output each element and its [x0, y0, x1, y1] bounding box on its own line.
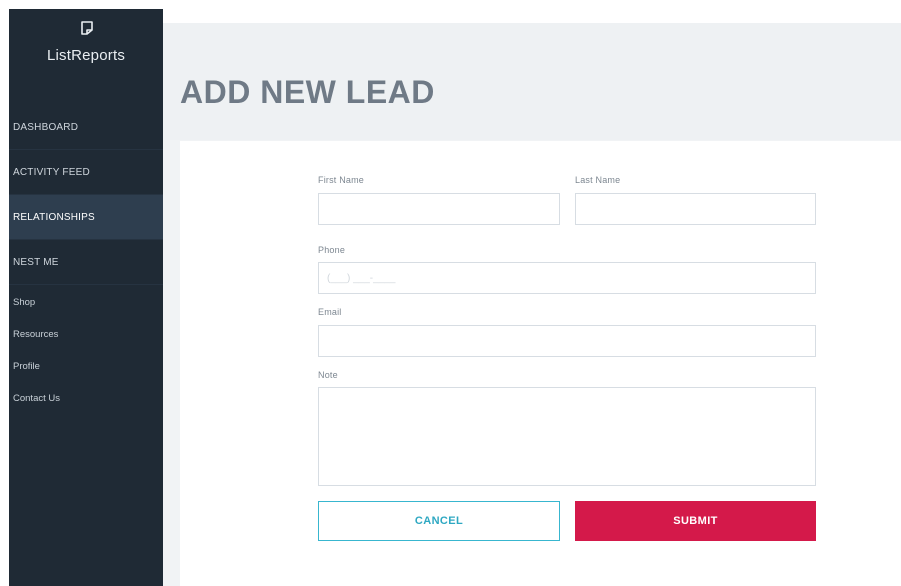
- listreports-logo-icon: [81, 21, 93, 35]
- sidebar-item-dashboard[interactable]: DASHBOARD: [9, 105, 163, 150]
- email-field[interactable]: [318, 325, 816, 357]
- last-name-field[interactable]: [575, 193, 816, 225]
- last-name-label: Last Name: [575, 175, 621, 185]
- brand-name: ListReports: [46, 47, 126, 64]
- submit-button[interactable]: SUBMIT: [575, 501, 816, 541]
- page-header: ADD NEW LEAD: [163, 23, 901, 140]
- sidebar-main-nav: DASHBOARD ACTIVITY FEED RELATIONSHIPS NE…: [9, 105, 163, 285]
- first-name-field[interactable]: [318, 193, 560, 225]
- sidebar: ListReports DASHBOARD ACTIVITY FEED RELA…: [9, 9, 163, 586]
- page-title: ADD NEW LEAD: [180, 74, 435, 110]
- note-label: Note: [318, 370, 338, 380]
- sidebar-item-contact-us[interactable]: Contact Us: [9, 392, 163, 424]
- phone-label: Phone: [318, 245, 346, 255]
- cancel-button[interactable]: CANCEL: [318, 501, 560, 541]
- sidebar-item-profile[interactable]: Profile: [9, 360, 163, 392]
- sidebar-item-shop[interactable]: Shop: [9, 296, 163, 328]
- sidebar-item-nest-me[interactable]: NEST ME: [9, 240, 163, 285]
- note-field[interactable]: [318, 387, 816, 486]
- phone-field[interactable]: [318, 262, 816, 294]
- email-label: Email: [318, 307, 342, 317]
- main-content: First Name Last Name Phone Email Note CA…: [163, 140, 901, 586]
- app-frame: ListReports DASHBOARD ACTIVITY FEED RELA…: [0, 0, 901, 586]
- sidebar-item-activity-feed[interactable]: ACTIVITY FEED: [9, 150, 163, 195]
- sidebar-sub-nav: Shop Resources Profile Contact Us: [9, 296, 163, 424]
- sidebar-item-resources[interactable]: Resources: [9, 328, 163, 360]
- brand-logo[interactable]: ListReports: [9, 9, 163, 89]
- sidebar-item-relationships[interactable]: RELATIONSHIPS: [9, 195, 163, 240]
- first-name-label: First Name: [318, 175, 365, 185]
- lead-form-card: First Name Last Name Phone Email Note CA…: [180, 141, 901, 586]
